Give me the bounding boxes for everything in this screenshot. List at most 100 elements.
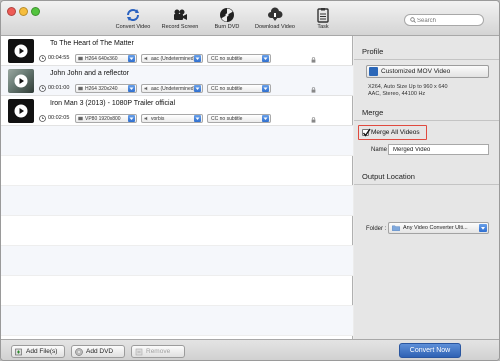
profile-description: X264, Auto Size Up to 960 x 640 — [368, 84, 448, 90]
video-list: To The Heart of The Matter 00:04:55 H264… — [1, 36, 353, 339]
audio-track-value: aac (Undetermined) — [151, 56, 196, 62]
subtitle-select[interactable]: CC no subtitle — [207, 84, 271, 93]
add-dvd-button[interactable]: Add DVD — [71, 345, 125, 358]
toolbar-label: Convert Video — [115, 24, 151, 30]
video-title: Iron Man 3 (2013) - 1080P Trailer offici… — [50, 100, 176, 107]
subtitle-value: no subtitle — [219, 116, 243, 122]
audio-track-value: aac (Undetermined) — [151, 86, 196, 92]
toolbar-label: Task — [317, 24, 329, 30]
divider — [354, 120, 499, 121]
toolbar-label: Burn DVD — [214, 24, 240, 30]
name-label: Name — [371, 147, 388, 153]
chevron-down-icon — [479, 224, 487, 232]
empty-list-row — [1, 306, 353, 336]
speaker-icon — [144, 116, 148, 121]
merge-all-checkbox[interactable] — [362, 128, 371, 137]
film-icon — [78, 56, 83, 61]
lock-icon[interactable] — [311, 117, 316, 123]
close-window-button[interactable] — [7, 7, 16, 16]
toolbar-convert-video[interactable]: Convert Video — [108, 7, 158, 30]
empty-list-row — [1, 156, 353, 186]
merged-name-field[interactable] — [388, 144, 489, 155]
empty-list-row — [1, 276, 353, 306]
zoom-window-button[interactable] — [31, 7, 40, 16]
audio-track-value: vorbis — [151, 116, 165, 122]
audio-track-select[interactable]: aac (Undetermined) — [141, 54, 203, 63]
chevron-down-icon — [128, 85, 135, 92]
cc-label: CC — [211, 116, 219, 122]
lock-icon[interactable] — [311, 87, 316, 93]
clock-icon — [39, 85, 46, 92]
toolbar-label: Record Screen — [161, 24, 199, 30]
toolbar-download-video[interactable]: Download Video — [250, 7, 300, 30]
video-codec-value: H264 320x240 — [85, 86, 118, 92]
search-icon — [410, 17, 416, 23]
video-thumbnail — [8, 69, 34, 93]
task-clipboard-icon — [317, 8, 329, 23]
subtitle-value: no subtitle — [219, 86, 243, 92]
add-file-icon — [15, 348, 22, 356]
checkmark-icon — [362, 128, 371, 137]
subtitle-select[interactable]: CC no subtitle — [207, 54, 271, 63]
add-files-label: Add File(s) — [26, 348, 58, 355]
speaker-icon — [144, 86, 148, 91]
cc-label: CC — [211, 86, 219, 92]
divider — [354, 184, 499, 185]
add-files-button[interactable]: Add File(s) — [11, 345, 65, 358]
profile-section-title: Profile — [362, 47, 384, 56]
toolbar-burn-dvd[interactable]: Burn DVD — [202, 7, 252, 30]
merge-checkbox-label[interactable]: Merge All Videos — [371, 129, 420, 136]
video-title: John John and a reflector — [50, 70, 129, 77]
cc-label: CC — [211, 56, 219, 62]
video-codec-value: VP80 1920x800 — [85, 116, 121, 122]
audio-track-select[interactable]: vorbis — [141, 114, 203, 123]
download-cloud-icon — [268, 7, 283, 21]
video-row[interactable]: John John and a reflector 00:01:00 H264 … — [1, 66, 353, 96]
add-dvd-icon — [75, 348, 83, 356]
video-thumbnail — [8, 99, 34, 123]
play-icon — [14, 44, 28, 58]
search-box[interactable] — [404, 14, 484, 26]
empty-list-row — [1, 216, 353, 246]
empty-list-row — [1, 186, 353, 216]
video-duration: 00:02:05 — [48, 115, 70, 121]
folder-icon — [392, 225, 400, 231]
folder-label: Folder : — [366, 226, 387, 232]
chevron-down-icon — [194, 85, 201, 92]
video-row[interactable]: To The Heart of The Matter 00:04:55 H264… — [1, 36, 353, 66]
bottom-bar: Add File(s) Add DVD Remove Convert Now — [1, 339, 499, 360]
subtitle-select[interactable]: CC no subtitle — [207, 114, 271, 123]
toolbar-task[interactable]: Task — [298, 7, 348, 30]
video-codec-select[interactable]: H264 640x360 — [75, 54, 137, 63]
convert-icon — [127, 9, 139, 21]
video-duration: 00:04:55 — [48, 55, 70, 61]
lock-icon[interactable] — [311, 57, 316, 63]
remove-button[interactable]: Remove — [131, 345, 185, 358]
profile-select-button[interactable]: Customized MOV Video — [366, 65, 489, 78]
minimize-window-button[interactable] — [19, 7, 28, 16]
disc-icon — [220, 8, 234, 22]
folder-value: Any Video Converter Ulti... — [403, 225, 468, 231]
camera-icon — [174, 9, 187, 20]
clock-icon — [39, 115, 46, 122]
video-thumbnail — [8, 39, 34, 63]
remove-label: Remove — [146, 348, 171, 355]
convert-now-button[interactable]: Convert Now — [399, 343, 461, 358]
chevron-down-icon — [262, 55, 269, 62]
toolbar-record-screen[interactable]: Record Screen — [155, 7, 205, 30]
audio-track-select[interactable]: aac (Undetermined) — [141, 84, 203, 93]
play-icon — [14, 74, 28, 88]
output-folder-select[interactable]: Any Video Converter Ulti... — [388, 222, 489, 234]
chevron-down-icon — [194, 55, 201, 62]
merge-section-title: Merge — [362, 108, 384, 117]
video-codec-select[interactable]: H264 320x240 — [75, 84, 137, 93]
film-icon — [78, 86, 83, 91]
chevron-down-icon — [128, 55, 135, 62]
empty-list-row — [1, 126, 353, 156]
video-row[interactable]: Iron Man 3 (2013) - 1080P Trailer offici… — [1, 96, 353, 126]
remove-icon — [135, 348, 143, 356]
profile-button-label: Customized MOV Video — [381, 68, 451, 75]
video-duration: 00:01:00 — [48, 85, 70, 91]
search-input[interactable] — [417, 16, 481, 25]
video-codec-select[interactable]: VP80 1920x800 — [75, 114, 137, 123]
